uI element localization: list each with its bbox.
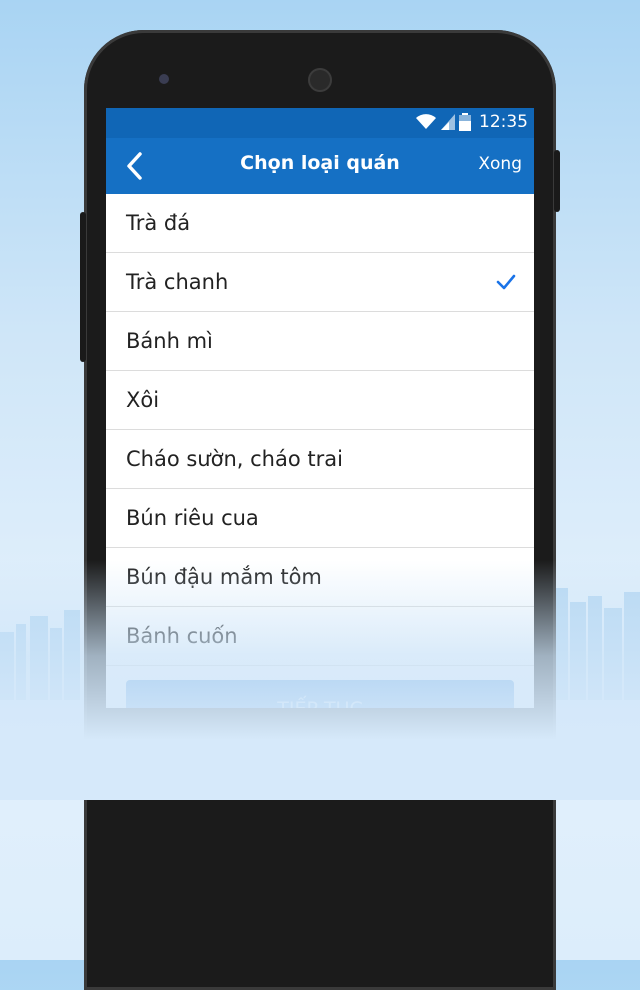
front-camera bbox=[159, 74, 169, 84]
volume-button bbox=[80, 212, 86, 362]
list-item-bun-rieu-cua[interactable]: Bún riêu cua bbox=[106, 489, 534, 548]
list-item-label: Cháo sườn, cháo trai bbox=[126, 447, 343, 471]
list-item-tra-chanh[interactable]: Trà chanh bbox=[106, 253, 534, 312]
list-item-chao-suon[interactable]: Cháo sườn, cháo trai bbox=[106, 430, 534, 489]
list-item-xoi[interactable]: Xôi bbox=[106, 371, 534, 430]
status-time: 12:35 bbox=[479, 112, 528, 132]
list-item-label: Bánh mì bbox=[126, 329, 213, 353]
earpiece-speaker bbox=[308, 68, 332, 92]
cellular-signal-icon bbox=[441, 114, 455, 130]
phone-screen: 12:35 Chọn loại quán Xong Trà đá Trà cha… bbox=[106, 108, 534, 708]
list-item-label: Bánh cuốn bbox=[126, 624, 238, 648]
list-item-label: Xôi bbox=[126, 388, 160, 412]
page-title: Chọn loại quán bbox=[240, 152, 400, 174]
list-item-tra-da[interactable]: Trà đá bbox=[106, 194, 534, 253]
status-bar: 12:35 bbox=[106, 108, 534, 138]
list-item-label: Bún đậu mắm tôm bbox=[126, 565, 322, 589]
list-item-label: Trà đá bbox=[126, 211, 191, 235]
wifi-icon bbox=[416, 114, 436, 129]
done-button[interactable]: Xong bbox=[478, 154, 522, 174]
chevron-left-icon bbox=[127, 152, 142, 180]
list-item-banh-cuon[interactable]: Bánh cuốn bbox=[106, 607, 534, 666]
list-item-bun-dau-mam-tom[interactable]: Bún đậu mắm tôm bbox=[106, 548, 534, 607]
power-button bbox=[554, 150, 560, 212]
continue-button[interactable]: TIẾP TỤC bbox=[126, 680, 514, 708]
list-item-label: Trà chanh bbox=[126, 270, 229, 294]
list-item-label: Bún riêu cua bbox=[126, 506, 259, 530]
list-item-banh-mi[interactable]: Bánh mì bbox=[106, 312, 534, 371]
checkmark-icon bbox=[496, 274, 516, 290]
back-button[interactable] bbox=[120, 151, 150, 181]
battery-icon bbox=[459, 113, 471, 131]
shop-type-list: Trà đá Trà chanh Bánh mì Xôi Cháo sườn, … bbox=[106, 194, 534, 666]
app-bar: Chọn loại quán Xong bbox=[106, 138, 534, 194]
